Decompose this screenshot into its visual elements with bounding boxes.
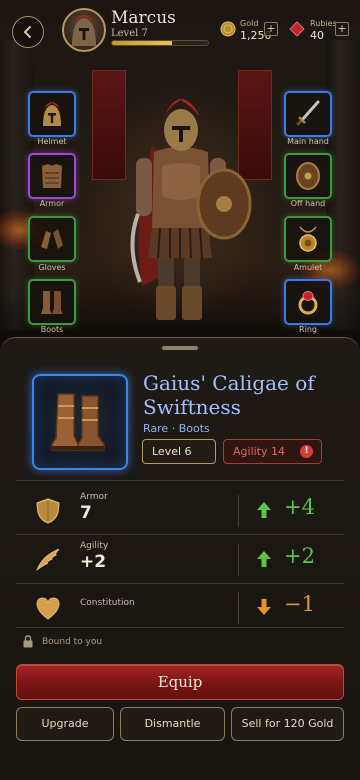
sword-icon <box>295 100 320 127</box>
slot-amulet-label: Amulet <box>293 263 323 272</box>
stat-value: +2 <box>80 552 107 572</box>
divider <box>16 480 344 481</box>
stat-row-armor: Armor 7 +4 <box>0 487 360 533</box>
slot-armor[interactable] <box>28 153 76 199</box>
divider <box>16 627 344 628</box>
slot-ring-label: Ring <box>299 325 317 334</box>
boots-icon <box>41 291 63 314</box>
requirement-agility-badge: Agility 14 ! <box>223 439 322 464</box>
slot-main-hand[interactable] <box>284 91 332 137</box>
stat-row-agility: Agility +2 +2 <box>0 536 360 582</box>
warning-icon: ! <box>300 445 313 458</box>
slot-gloves-label: Gloves <box>38 263 66 272</box>
slot-off-hand-label: Off hand <box>290 199 326 208</box>
slot-off-hand[interactable] <box>284 153 332 199</box>
stat-row-constitution: Constitution −1 <box>0 584 360 630</box>
boots-item-icon <box>51 393 105 451</box>
stat-separator <box>238 592 239 624</box>
gloves-icon <box>41 229 63 249</box>
item-type: Boots <box>178 422 210 435</box>
chevron-left-icon <box>23 26 31 38</box>
stat-name: Agility <box>80 541 109 551</box>
rubies-value: 40 <box>310 29 324 42</box>
shield-icon <box>36 498 60 524</box>
slot-ring[interactable] <box>284 279 332 325</box>
dismantle-button[interactable]: Dismantle <box>120 707 225 741</box>
slot-amulet[interactable] <box>284 216 332 262</box>
armor-icon <box>42 164 62 188</box>
bound-text: Bound to you <box>42 636 103 647</box>
add-rubies-button[interactable]: + <box>335 22 349 36</box>
item-rarity: Rare <box>143 422 169 435</box>
sell-button[interactable]: Sell for 120 Gold <box>231 707 344 741</box>
bound-status: Bound to you <box>22 635 102 648</box>
stat-name: Armor <box>80 492 108 502</box>
slot-boots-label: Boots <box>40 325 64 334</box>
requirement-level-badge: Level 6 <box>142 439 216 464</box>
player-name: Marcus <box>111 8 176 28</box>
player-avatar[interactable] <box>62 8 106 52</box>
divider <box>16 534 344 535</box>
item-separator: · <box>171 422 176 435</box>
slot-boots[interactable] <box>28 279 76 325</box>
item-name: Gaius' Caligae of Swiftness <box>143 371 315 419</box>
ruby-icon <box>289 21 305 37</box>
stat-delta: +4 <box>284 495 315 519</box>
arrow-up-icon <box>257 502 271 518</box>
heart-icon <box>36 597 60 620</box>
wing-icon <box>36 548 60 572</box>
stat-separator <box>238 544 239 576</box>
slot-helmet[interactable] <box>28 91 76 137</box>
slot-helmet-label: Helmet <box>37 137 67 146</box>
gold-label: Gold <box>240 19 259 28</box>
stat-delta: −1 <box>284 592 315 616</box>
sheet-drag-handle[interactable] <box>162 346 198 350</box>
rubies-label: Rubies <box>310 19 337 28</box>
gold-coin-icon <box>220 21 236 37</box>
slot-gloves[interactable] <box>28 216 76 262</box>
xp-bar <box>111 40 209 46</box>
slot-armor-label: Armor <box>39 199 65 208</box>
item-detail-sheet: Gaius' Caligae of Swiftness Rare · Boots… <box>0 337 360 780</box>
helmet-portrait-icon <box>72 15 96 46</box>
arrow-down-icon <box>257 599 271 615</box>
lock-icon <box>23 635 33 648</box>
item-image-frame <box>32 374 128 470</box>
gladiator-character[interactable] <box>112 86 252 336</box>
slot-main-hand-label: Main hand <box>287 137 329 146</box>
arrow-up-icon <box>257 551 271 567</box>
amulet-icon <box>299 226 317 252</box>
ring-icon <box>298 291 318 315</box>
requirement-level-text: Level 6 <box>152 445 192 458</box>
add-gold-button[interactable]: + <box>264 22 278 36</box>
stat-name: Constitution <box>80 598 135 608</box>
stat-delta: +2 <box>284 544 315 568</box>
stat-separator <box>238 495 239 527</box>
requirement-agility-text: Agility 14 <box>233 445 285 458</box>
helmet-icon <box>43 102 61 126</box>
xp-bar-fill <box>112 41 172 45</box>
item-rarity-type: Rare · Boots <box>143 422 210 435</box>
upgrade-button[interactable]: Upgrade <box>16 707 114 741</box>
shield-round-icon <box>296 162 320 190</box>
back-button[interactable] <box>12 16 44 48</box>
stat-value: 7 <box>80 503 92 523</box>
equip-button[interactable]: Equip <box>16 664 344 700</box>
player-level: Level 7 <box>111 28 148 39</box>
